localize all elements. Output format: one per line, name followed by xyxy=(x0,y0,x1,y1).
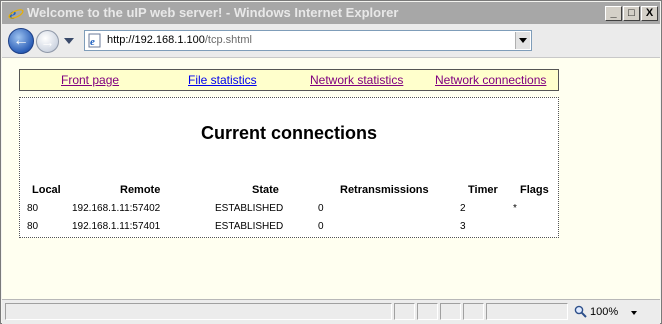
page-icon: e xyxy=(88,33,101,48)
site-menu: Front page File statistics Network stati… xyxy=(19,69,559,91)
recent-pages-dropdown[interactable] xyxy=(64,38,74,44)
browser-window: e Welcome to the uIP web server! - Windo… xyxy=(0,0,662,324)
url-path: /tcp.shtml xyxy=(204,34,252,46)
cell-state: ESTABLISHED xyxy=(215,221,284,232)
url-text[interactable]: http://192.168.1.100/tcp.shtml xyxy=(107,34,252,46)
status-segment xyxy=(440,303,461,320)
forward-arrow-icon: → xyxy=(40,33,55,50)
cell-remote: 192.168.1.11:57401 xyxy=(72,221,161,232)
cell-local: 80 xyxy=(27,221,39,232)
menu-link-network-connections[interactable]: Network connections xyxy=(435,73,546,87)
page-heading: Current connections xyxy=(200,123,378,143)
forward-button[interactable]: → xyxy=(36,30,59,53)
close-button[interactable]: X xyxy=(641,6,658,21)
column-header-flags: Flags xyxy=(520,184,549,196)
page-content: Front page File statistics Network stati… xyxy=(2,58,660,299)
cell-retransmissions: 0 xyxy=(318,203,324,214)
cell-state: ESTABLISHED xyxy=(215,203,284,214)
maximize-button[interactable]: □ xyxy=(623,6,640,21)
column-header-remote: Remote xyxy=(120,184,161,196)
cell-remote: 192.168.1.11:57402 xyxy=(72,203,161,214)
address-dropdown-button[interactable] xyxy=(515,32,530,49)
svg-text:e: e xyxy=(90,36,95,48)
menu-link-front-page[interactable]: Front page xyxy=(61,73,119,87)
connections-panel: Current connections Local Remote State R… xyxy=(19,97,559,238)
navigation-bar: ← → e http://192.168.1.100/tcp.shtml xyxy=(2,24,660,58)
cell-retransmissions: 0 xyxy=(318,221,324,232)
status-bar: 100% xyxy=(2,299,660,324)
status-zone xyxy=(486,303,568,320)
address-bar[interactable]: e http://192.168.1.100/tcp.shtml xyxy=(84,30,532,51)
cell-local: 80 xyxy=(27,203,39,214)
zoom-level[interactable]: 100% xyxy=(590,306,618,318)
svg-text:e: e xyxy=(9,6,16,21)
cell-timer: 2 xyxy=(460,203,466,214)
column-header-state: State xyxy=(252,184,279,196)
window-title: Welcome to the uIP web server! - Windows… xyxy=(27,5,399,20)
minimize-button[interactable]: _ xyxy=(605,6,622,21)
column-header-timer: Timer xyxy=(468,184,498,196)
cell-timer: 3 xyxy=(460,221,466,232)
status-text-area xyxy=(5,303,392,320)
status-segment xyxy=(463,303,484,320)
ie-logo-icon: e xyxy=(8,6,24,21)
column-header-retransmissions: Retransmissions xyxy=(340,184,429,196)
url-host: http://192.168.1.100 xyxy=(107,34,205,46)
cell-flags: * xyxy=(513,203,517,214)
status-segment xyxy=(394,303,415,320)
status-segment xyxy=(417,303,438,320)
magnifier-icon xyxy=(574,305,587,318)
menu-link-network-statistics[interactable]: Network statistics xyxy=(310,73,403,87)
back-arrow-icon: ← xyxy=(13,32,29,49)
title-bar[interactable]: e Welcome to the uIP web server! - Windo… xyxy=(2,2,660,24)
back-button[interactable]: ← xyxy=(8,28,34,54)
zoom-dropdown-button[interactable] xyxy=(631,311,637,315)
column-header-local: Local xyxy=(32,184,61,196)
menu-link-file-statistics[interactable]: File statistics xyxy=(188,73,257,87)
